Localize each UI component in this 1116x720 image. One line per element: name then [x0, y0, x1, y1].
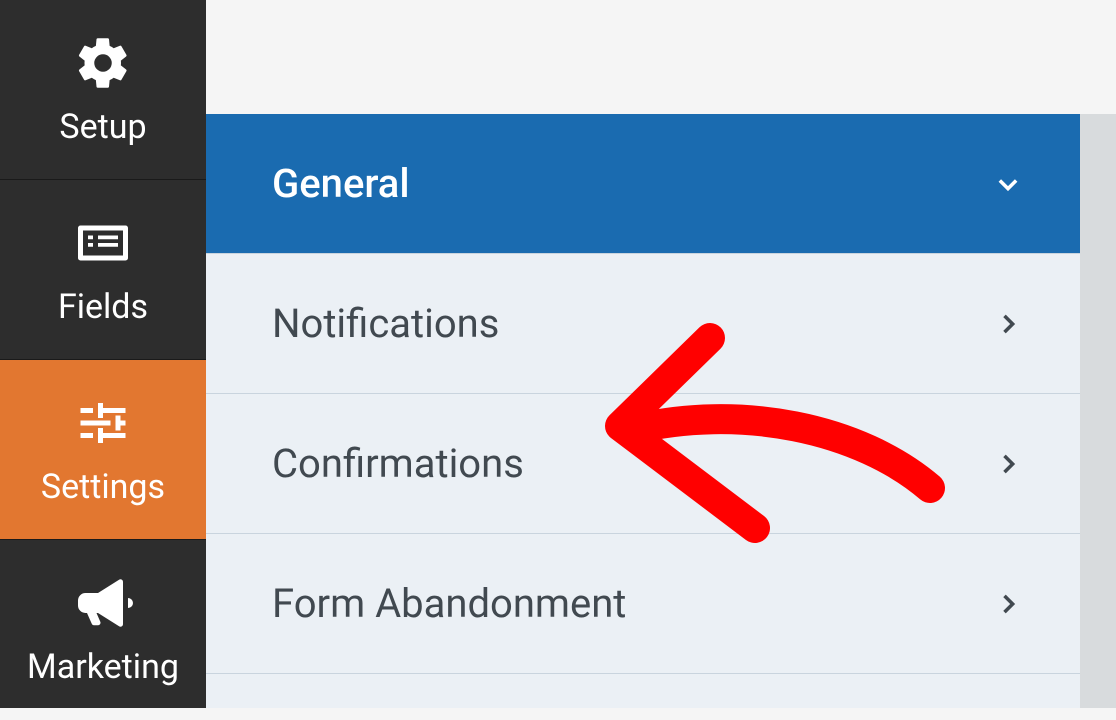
sidebar-item-marketing[interactable]: Marketing [0, 540, 206, 720]
sidebar-item-setup[interactable]: Setup [0, 0, 206, 180]
main-content: General Notifications Confirmations [206, 0, 1116, 708]
settings-row-label: Confirmations [272, 440, 524, 487]
chevron-right-icon [992, 588, 1024, 620]
chevron-right-icon [992, 448, 1024, 480]
settings-row-form-abandonment[interactable]: Form Abandonment [206, 534, 1080, 674]
settings-row-label: Form Abandonment [272, 580, 626, 627]
settings-row-confirmations[interactable]: Confirmations [206, 394, 1080, 534]
sidebar-item-label: Marketing [27, 647, 179, 687]
sliders-icon [68, 393, 138, 453]
megaphone-icon [68, 573, 138, 633]
chevron-down-icon [992, 168, 1024, 200]
settings-row-label: Notifications [272, 300, 499, 347]
right-gutter [1080, 114, 1116, 708]
sidebar-item-label: Fields [58, 287, 148, 327]
settings-row-label: General [272, 160, 410, 207]
sidebar-item-label: Settings [41, 467, 165, 507]
sidebar-item-settings[interactable]: Settings [0, 360, 206, 540]
sidebar-item-fields[interactable]: Fields [0, 180, 206, 360]
settings-panel: General Notifications Confirmations [206, 114, 1080, 708]
chevron-right-icon [992, 308, 1024, 340]
settings-row-general[interactable]: General [206, 114, 1080, 254]
settings-content: General Notifications Confirmations [206, 114, 1116, 708]
list-icon [68, 213, 138, 273]
settings-row-notifications[interactable]: Notifications [206, 254, 1080, 394]
top-bar [206, 0, 1116, 114]
sidebar-item-label: Setup [59, 107, 146, 147]
sidebar: Setup Fields Settings Marketing [0, 0, 206, 708]
gear-icon [68, 33, 138, 93]
